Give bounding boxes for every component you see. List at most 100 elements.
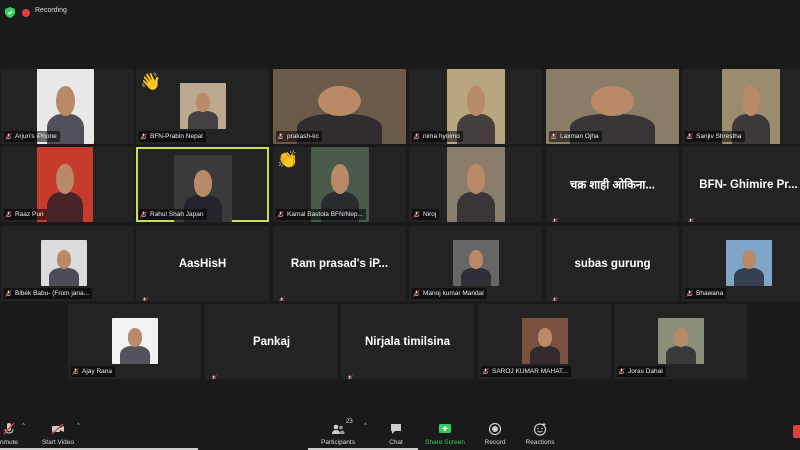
participant-tile[interactable]: Nirjala timilsina: [341, 304, 474, 379]
participant-display-name: BFN- Ghimire Pr...: [699, 178, 798, 191]
start-video-button[interactable]: Start Video: [38, 415, 78, 450]
muted-microphone-icon: [413, 133, 420, 140]
muted-microphone-icon: [550, 133, 557, 140]
participant-tile[interactable]: Ajay Rana: [68, 304, 201, 379]
participant-tile[interactable]: Sanjiv Shrestha: [682, 69, 800, 144]
participant-tile[interactable]: Pankaj: [205, 304, 338, 379]
participant-name-label: BFN-Prabin Nepal: [139, 131, 206, 142]
participant-name-label: Raaz Puri: [4, 209, 47, 220]
participant-name: Joras Dahal: [628, 368, 663, 375]
muted-microphone-icon: [3, 422, 15, 435]
participant-tile[interactable]: prakash-kc: [273, 69, 406, 144]
participant-name: prakash-kc: [287, 133, 319, 140]
participant-tile[interactable]: Niroj: [409, 147, 542, 222]
participant-tile[interactable]: Rahul Shah Japan: [136, 147, 269, 222]
participant-video-thumbnail: [726, 240, 772, 286]
meeting-topbar: Recording: [0, 0, 800, 26]
muted-microphone-icon: [686, 133, 693, 140]
share-screen-icon: [439, 424, 451, 433]
participant-display-name: Pankaj: [252, 335, 291, 348]
muted-microphone-icon: [210, 369, 217, 379]
participant-name: Laxman Ojha: [560, 133, 599, 140]
participant-name: Bhawana: [696, 290, 724, 297]
participant-name-label: Bibek Babu- (From jana...: [4, 288, 93, 299]
muted-microphone-icon: [140, 133, 147, 140]
muted-microphone-icon: [551, 291, 558, 301]
participants-count: 23: [346, 419, 353, 425]
muted-microphone-icon: [277, 133, 284, 140]
video-off-icon: [51, 423, 64, 435]
participants-options-caret[interactable]: ^: [364, 423, 367, 429]
muted-microphone-icon: [482, 368, 489, 375]
participant-tile[interactable]: AasHisH: [136, 226, 269, 301]
reaction-emoji-icon: 👋: [140, 72, 162, 91]
muted-microphone-icon: [5, 290, 12, 297]
participant-name: BFN-Prabin Nepal: [150, 133, 203, 140]
participant-name-label: Joras Dahal: [617, 366, 666, 377]
muted-microphone-icon: [5, 211, 12, 218]
participant-tile[interactable]: BFN-Prabin Nepal 👋: [136, 69, 269, 144]
participant-display-name: Nirjala timilsina: [364, 335, 450, 348]
participant-display-name: AasHisH: [178, 257, 227, 270]
participant-name: Ajay Rana: [82, 368, 112, 375]
muted-microphone-icon: [413, 290, 420, 297]
muted-microphone-icon: [413, 211, 420, 218]
participant-tile[interactable]: Raaz Puri: [1, 147, 134, 222]
participant-name-label: Manoj kumar Mandal: [412, 288, 487, 299]
muted-microphone-icon: [140, 211, 147, 218]
share-screen-button[interactable]: Share Screen: [424, 415, 466, 450]
recording-indicator-icon: [22, 9, 30, 17]
participant-name-label: Kamal Bastola BFN/Nep...: [276, 209, 366, 220]
participant-tile[interactable]: Bhawana: [682, 226, 800, 301]
participant-name-label: Niroj: [412, 209, 440, 220]
participant-name-label: Laxman Ojha: [549, 131, 602, 142]
record-button[interactable]: Record: [482, 415, 508, 450]
participant-video-thumbnail: [522, 318, 568, 364]
muted-microphone-icon: [72, 368, 79, 375]
participant-tile[interactable]: Ram prasad's iP...: [273, 226, 406, 301]
participants-icon: [332, 424, 345, 434]
participant-name-label: Bhawana: [685, 288, 727, 299]
reactions-button[interactable]: Reactions: [523, 415, 557, 450]
end-meeting-button[interactable]: [793, 425, 800, 438]
participant-tile[interactable]: SAROJ KUMAR MAHAT...: [478, 304, 611, 379]
reactions-smiley-icon: [533, 423, 547, 436]
participant-tile[interactable]: nima hyolmo: [409, 69, 542, 144]
participant-tile[interactable]: Joras Dahal: [614, 304, 747, 379]
participant-name-label: Rahul Shah Japan: [139, 209, 207, 220]
participant-name: nima hyolmo: [423, 133, 460, 140]
meeting-toolbar: nmute ^ Start Video ^ Participants 23 ^ …: [0, 415, 800, 450]
participant-name-label: prakash-kc: [276, 131, 322, 142]
participant-video-thumbnail: [41, 240, 87, 286]
participant-tile[interactable]: Arjun's iPhone: [1, 69, 134, 144]
reaction-emoji-icon: 👏: [277, 150, 299, 169]
chat-button[interactable]: Chat: [384, 415, 408, 450]
security-shield-icon[interactable]: [5, 7, 15, 18]
chat-bubble-icon: [391, 424, 401, 434]
participant-name: SAROJ KUMAR MAHAT...: [492, 368, 568, 375]
participant-video-thumbnail: [658, 318, 704, 364]
participant-name: Sanjiv Shrestha: [696, 133, 742, 140]
audio-options-caret[interactable]: ^: [22, 423, 25, 429]
unmute-button[interactable]: nmute: [0, 415, 24, 450]
video-options-caret[interactable]: ^: [77, 423, 80, 429]
participant-tile[interactable]: Manoj kumar Mandal: [409, 226, 542, 301]
participant-tile[interactable]: चक्र शाही ओकिना...: [546, 147, 679, 222]
participant-tile[interactable]: Laxman Ojha: [546, 69, 679, 144]
record-icon: [488, 422, 502, 436]
participant-name: Raaz Puri: [15, 211, 44, 218]
participant-name: Manoj kumar Mandal: [423, 290, 484, 297]
participant-name-label: SAROJ KUMAR MAHAT...: [481, 366, 571, 377]
muted-microphone-icon: [686, 290, 693, 297]
participant-video-thumbnail: [453, 240, 499, 286]
participant-name: Arjun's iPhone: [15, 133, 57, 140]
participant-tile[interactable]: BFN- Ghimire Pr...: [682, 147, 800, 222]
participant-tile[interactable]: Bibek Babu- (From jana...: [1, 226, 134, 301]
recording-label: Recording: [35, 7, 67, 14]
participant-tile[interactable]: subas gurung: [546, 226, 679, 301]
participant-display-name: Ram prasad's iP...: [290, 257, 389, 270]
participant-video-thumbnail: [180, 83, 226, 129]
participant-tile[interactable]: Kamal Bastola BFN/Nep... 👏: [273, 147, 406, 222]
muted-microphone-icon: [278, 291, 285, 301]
participant-display-name: चक्र शाही ओकिना...: [570, 179, 655, 191]
